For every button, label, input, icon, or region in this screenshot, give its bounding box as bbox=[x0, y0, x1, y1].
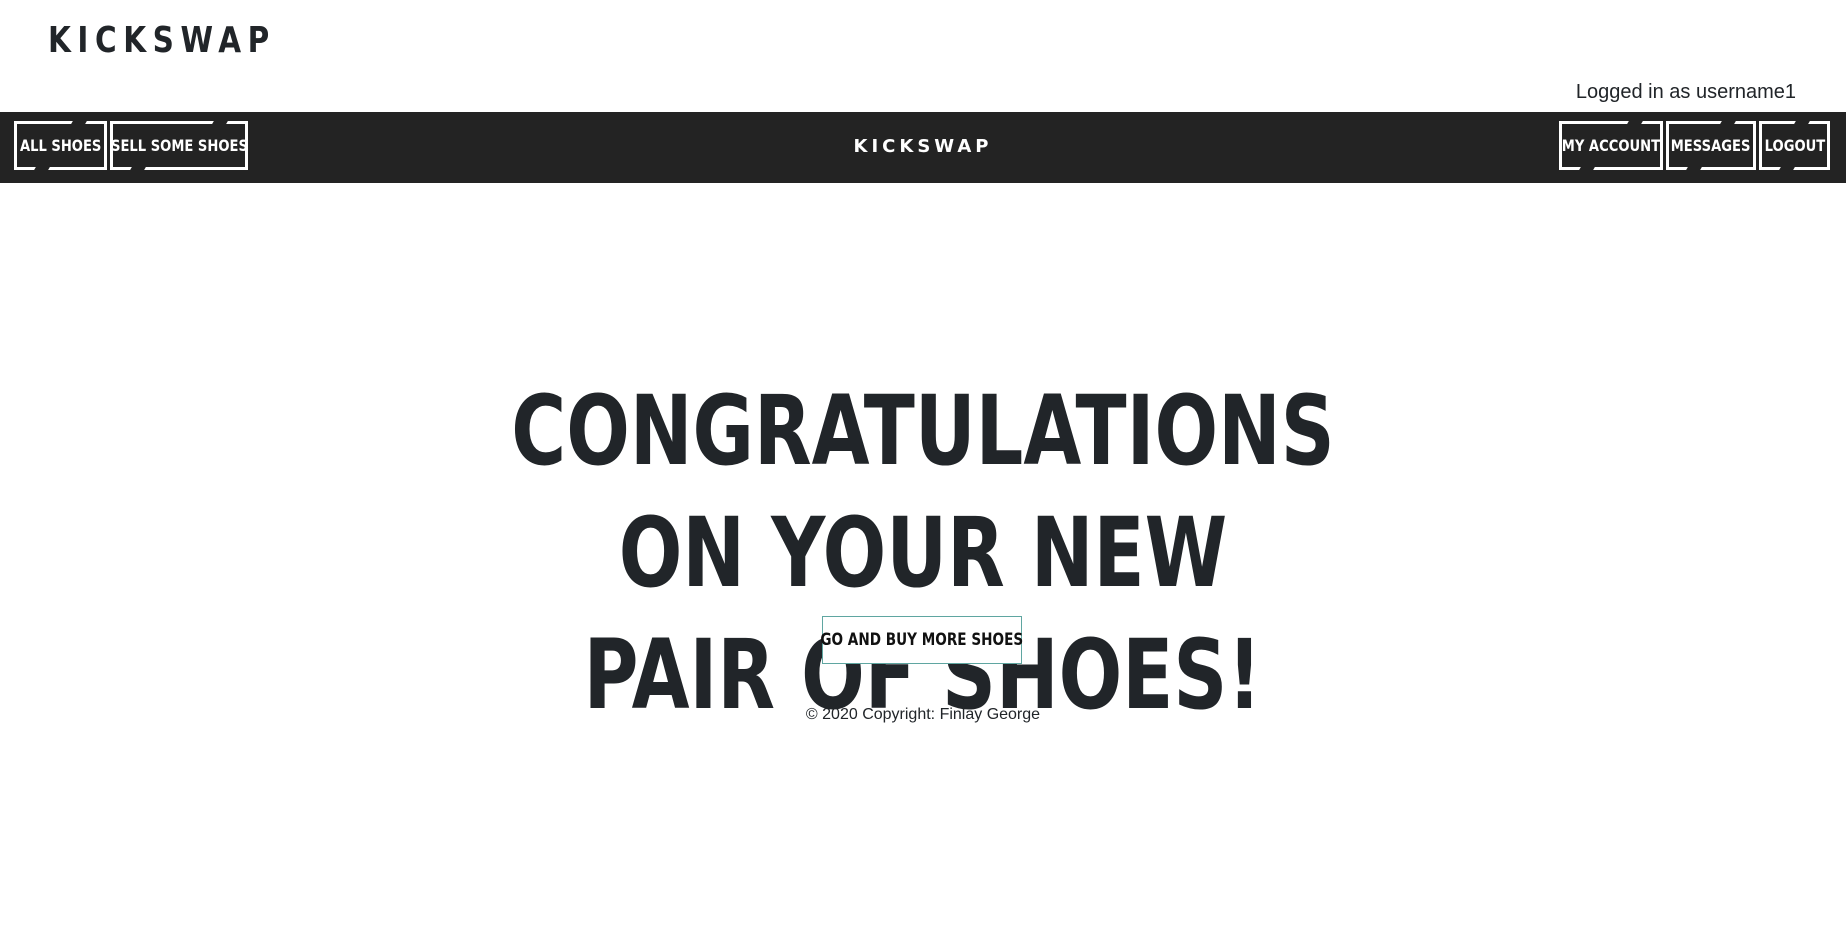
nav-my-account-label: MY ACCOUNT bbox=[1561, 136, 1661, 155]
nav-logout-button[interactable]: LOGOUT bbox=[1759, 121, 1830, 170]
buy-more-shoes-label: GO AND BUY MORE SHOES bbox=[820, 630, 1024, 650]
nav-messages-button[interactable]: MESSAGES bbox=[1666, 121, 1756, 170]
brand-logo[interactable]: KICKSWAP bbox=[48, 18, 276, 64]
nav-my-account-button[interactable]: MY ACCOUNT bbox=[1559, 121, 1663, 170]
nav-messages-label: MESSAGES bbox=[1671, 136, 1751, 155]
headline-line-1: CONGRATULATIONS ON YOUR NEW bbox=[511, 375, 1335, 609]
main-navbar: ALL SHOES SELL SOME SHOES KICKSWAP MY AC… bbox=[0, 112, 1846, 183]
top-header: KICKSWAP Logged in as username1 bbox=[0, 0, 1846, 112]
footer-copyright: © 2020 Copyright: Finlay George bbox=[805, 706, 1041, 723]
login-status: Logged in as username1 bbox=[1575, 81, 1796, 103]
nav-right-group: MY ACCOUNT MESSAGES LOGOUT bbox=[1559, 121, 1830, 170]
buy-more-shoes-button[interactable]: GO AND BUY MORE SHOES bbox=[820, 616, 1024, 664]
congratulations-heading: CONGRATULATIONS ON YOUR NEW PAIR OF SHOE… bbox=[343, 370, 1503, 736]
main-content: CONGRATULATIONS ON YOUR NEW PAIR OF SHOE… bbox=[0, 183, 1846, 930]
nav-logout-label: LOGOUT bbox=[1764, 136, 1825, 155]
